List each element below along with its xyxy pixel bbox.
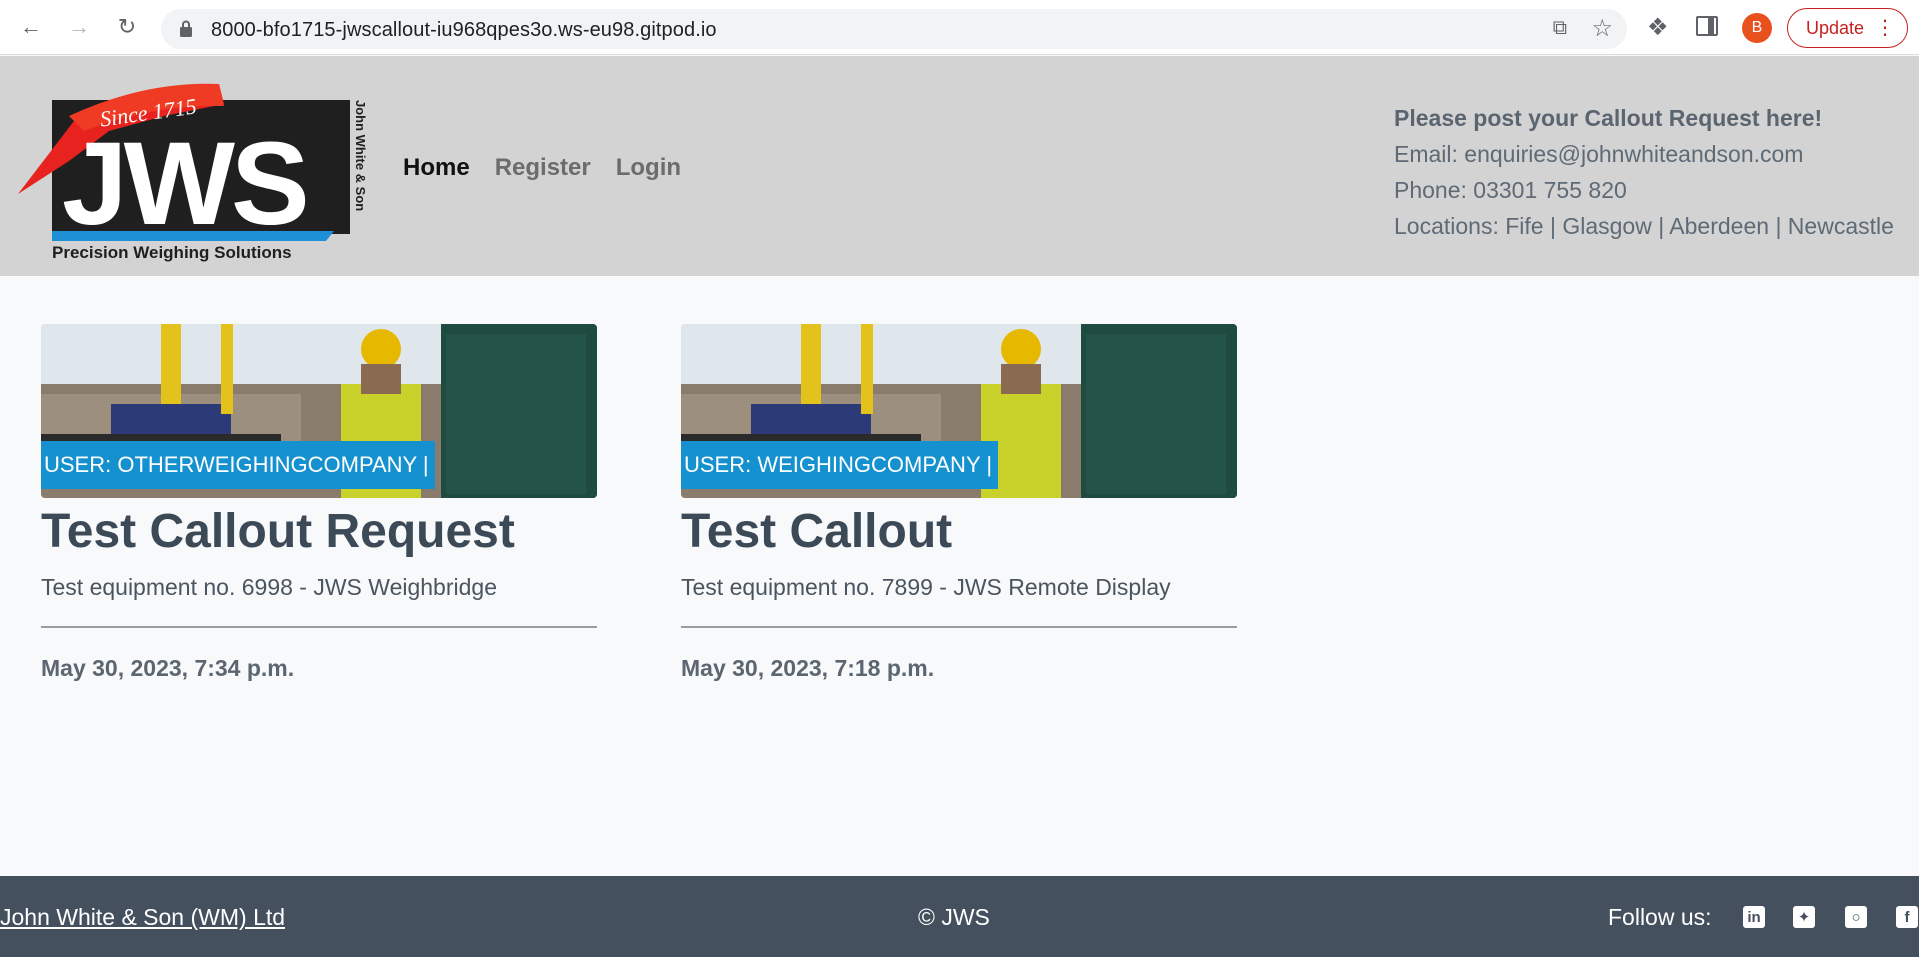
nav-home[interactable]: Home [403, 154, 470, 182]
contact-info: Please post your Callout Request here! E… [1394, 100, 1894, 244]
share-icon[interactable]: ⧉ [1553, 17, 1567, 40]
profile-avatar[interactable]: B [1742, 13, 1772, 43]
url-text: 8000-bfo1715-jwscallout-iu968qpes3o.ws-e… [211, 19, 717, 41]
contact-email: Email: enquiries@johnwhiteandson.com [1394, 141, 1804, 167]
browser-toolbar: ← → ↻ 8000-bfo1715-jwscallout-iu968qpes3… [0, 0, 1919, 55]
side-panel-icon[interactable] [1696, 16, 1718, 36]
back-arrow-icon[interactable]: ← [15, 11, 47, 43]
nav-login[interactable]: Login [616, 154, 681, 182]
callout-title[interactable]: Test Callout Request [41, 502, 597, 562]
nav-register[interactable]: Register [495, 154, 591, 182]
forward-arrow-icon[interactable]: → [63, 11, 95, 43]
callout-title[interactable]: Test Callout [681, 502, 1237, 562]
bookmark-star-icon[interactable]: ☆ [1591, 14, 1613, 43]
callout-image: USER: OTHERWEIGHINGCOMPANY | [41, 324, 597, 498]
address-bar[interactable]: 8000-bfo1715-jwscallout-iu968qpes3o.ws-e… [161, 9, 1627, 49]
user-badge: USER: WEIGHINGCOMPANY | [681, 441, 999, 489]
menu-dots-icon[interactable]: ⋮ [1875, 15, 1895, 41]
extensions-puzzle-icon[interactable]: ❖ [1647, 13, 1669, 42]
card-divider [681, 626, 1237, 628]
logo-tagline: Precision Weighing Solutions [52, 243, 292, 262]
lock-icon [180, 20, 192, 37]
callout-description: Test equipment no. 7899 - JWS Remote Dis… [681, 574, 1171, 600]
contact-headline: Please post your Callout Request here! [1394, 105, 1823, 131]
site-header: Since 1715 JWS John White & Son Precisio… [0, 56, 1919, 276]
update-button[interactable]: Update ⋮ [1787, 8, 1908, 48]
linkedin-icon[interactable]: in [1743, 906, 1765, 928]
company-link[interactable]: John White & Son (WM) Ltd [0, 904, 285, 931]
logo-side-text: John White & Son [353, 100, 368, 211]
reload-icon[interactable]: ↻ [111, 11, 143, 43]
callout-description: Test equipment no. 6998 - JWS Weighbridg… [41, 574, 497, 600]
instagram-icon[interactable]: ○ [1845, 906, 1867, 928]
update-label: Update [1806, 17, 1865, 38]
main-nav: Home Register Login [403, 154, 681, 182]
callout-date: May 30, 2023, 7:18 p.m. [681, 655, 935, 681]
facebook-icon[interactable]: f [1896, 906, 1918, 928]
copyright: © JWS [918, 904, 990, 930]
callout-card[interactable]: USER: WEIGHINGCOMPANY | Test Callout Tes… [681, 324, 1237, 682]
logo-brand: JWS [62, 118, 306, 250]
callout-image: USER: WEIGHINGCOMPANY | [681, 324, 1237, 498]
card-divider [41, 626, 597, 628]
twitter-icon[interactable]: ✦ [1793, 906, 1815, 928]
follow-us-label: Follow us: [1608, 904, 1712, 930]
user-badge: USER: OTHERWEIGHINGCOMPANY | [41, 441, 435, 489]
jws-logo[interactable]: Since 1715 JWS John White & Son Precisio… [14, 76, 374, 266]
callout-card[interactable]: USER: OTHERWEIGHINGCOMPANY | Test Callou… [41, 324, 597, 682]
contact-locations: Locations: Fife | Glasgow | Aberdeen | N… [1394, 213, 1894, 239]
callout-date: May 30, 2023, 7:34 p.m. [41, 655, 295, 681]
site-footer: John White & Son (WM) Ltd © JWS Follow u… [0, 876, 1919, 957]
contact-phone: Phone: 03301 755 820 [1394, 177, 1627, 203]
